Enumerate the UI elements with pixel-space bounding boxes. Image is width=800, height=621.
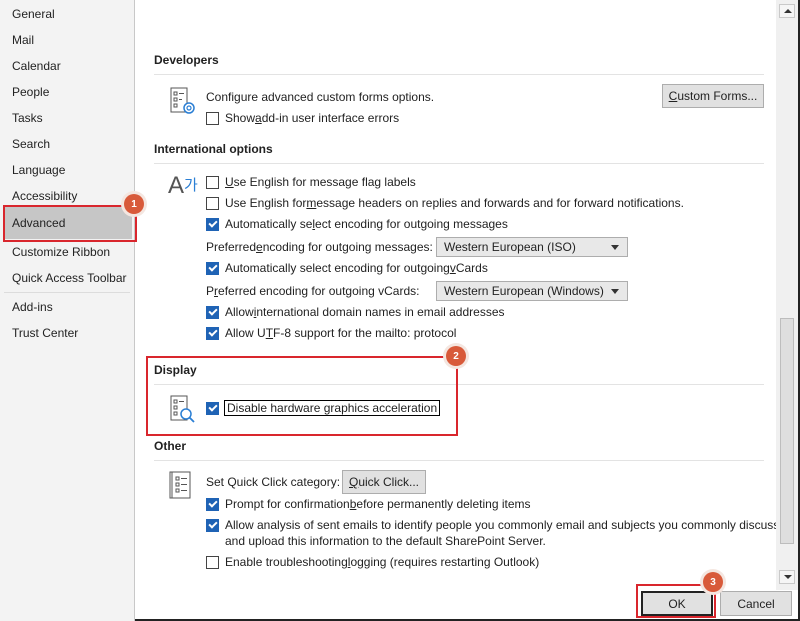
cancel-button[interactable]: Cancel xyxy=(720,591,792,616)
auto-encoding-messages-option[interactable]: Automatically se l ect encoding for outgoi… xyxy=(206,215,508,233)
auto-encoding-messages-checkbox[interactable] xyxy=(206,217,219,231)
sidebar-item-people[interactable]: People xyxy=(4,81,132,103)
forms-gear-icon xyxy=(170,87,195,114)
outlook-options-dialog: General Mail Calendar People Tasks Searc… xyxy=(0,0,800,621)
sidebar-item-advanced[interactable]: Advanced xyxy=(4,207,132,239)
allow-idn-checkbox[interactable] xyxy=(206,305,219,319)
english-flag-labels-option[interactable]: Use English for message flag labels xyxy=(206,173,416,191)
arrow-up-icon xyxy=(784,9,792,13)
sidebar-item-search[interactable]: Search xyxy=(4,133,132,155)
sidebar-item-general[interactable]: General xyxy=(4,3,132,25)
scroll-up-button[interactable] xyxy=(779,4,795,18)
options-sidebar: General Mail Calendar People Tasks Searc… xyxy=(0,0,135,621)
disable-hw-accel-checkbox[interactable] xyxy=(206,401,219,415)
scrollbar-thumb[interactable] xyxy=(780,318,794,544)
sidebar-item-trust-center[interactable]: Trust Center xyxy=(4,322,132,344)
international-section-title: International options xyxy=(154,142,273,156)
sidebar-item-tasks[interactable]: Tasks xyxy=(4,107,132,129)
developers-section-title: Developers xyxy=(154,53,219,67)
allow-utf8-mailto-checkbox[interactable] xyxy=(206,326,219,340)
sidebar-divider xyxy=(4,292,130,293)
other-section-title: Other xyxy=(154,439,187,453)
dialog-footer: OK Cancel xyxy=(136,590,798,619)
sidebar-item-mail[interactable]: Mail xyxy=(4,29,132,51)
quick-click-label: Set Quick Click category: xyxy=(206,475,341,489)
preferred-encoding-messages-label: Preferred e ncoding for outgoing messages… xyxy=(206,240,433,254)
show-addin-errors-checkbox[interactable] xyxy=(206,111,219,125)
english-message-headers-option[interactable]: Use English for m essage headers on repli… xyxy=(206,194,684,212)
chevron-down-icon xyxy=(611,245,619,250)
troubleshoot-logging-checkbox[interactable] xyxy=(206,555,219,569)
allow-analysis-checkbox[interactable] xyxy=(206,518,219,532)
troubleshoot-logging-option[interactable]: Enable troubleshooting l ogging (requires… xyxy=(206,553,539,571)
sidebar-item-language[interactable]: Language xyxy=(4,159,132,181)
vertical-scrollbar[interactable] xyxy=(776,0,798,590)
allow-idn-option[interactable]: Allow i nternational domain names in emai… xyxy=(206,303,505,321)
show-addin-errors-option[interactable]: Show a dd-in user interface errors xyxy=(206,109,399,127)
allow-utf8-mailto-option[interactable]: Allow U T F-8 support for the mailto: prot… xyxy=(206,324,456,342)
section-divider xyxy=(154,163,764,164)
quick-click-button[interactable]: Quick Click... xyxy=(342,470,426,494)
section-divider xyxy=(154,460,764,461)
step3-badge: 3 xyxy=(703,572,723,592)
prompt-delete-checkbox[interactable] xyxy=(206,497,219,511)
preferred-encoding-vcards-dropdown[interactable]: Western European (Windows) xyxy=(436,281,628,301)
language-icon: A가 xyxy=(168,172,198,199)
auto-encoding-vcards-option[interactable]: Automatically select encoding for outgoi… xyxy=(206,259,488,277)
sidebar-item-accessibility[interactable]: Accessibility xyxy=(4,185,132,207)
display-section-title: Display xyxy=(154,363,197,377)
custom-forms-description: Configure advanced custom forms options. xyxy=(206,90,435,104)
arrow-down-icon xyxy=(784,575,792,579)
list-icon xyxy=(169,471,191,499)
preferred-encoding-vcards-label: Pr eferred encoding for outgoing vCards: xyxy=(206,284,420,298)
step1-badge: 1 xyxy=(124,194,144,214)
sidebar-item-add-ins[interactable]: Add-ins xyxy=(4,296,132,318)
allow-analysis-option-line2: and upload this information to the defau… xyxy=(225,534,546,548)
chevron-down-icon xyxy=(611,289,619,294)
advanced-options-panel: Developers Configure advanced custom for… xyxy=(136,0,776,590)
display-search-icon xyxy=(170,395,195,423)
preferred-encoding-messages-dropdown[interactable]: Western European (ISO) xyxy=(436,237,628,257)
english-message-headers-checkbox[interactable] xyxy=(206,196,219,210)
disable-hw-accel-label: Disable hardware graphics acceleration xyxy=(223,400,441,416)
step2-badge: 2 xyxy=(446,346,466,366)
prompt-delete-option[interactable]: Prompt for confirmation b efore permanent… xyxy=(206,495,531,513)
section-divider xyxy=(154,74,764,75)
auto-encoding-vcards-checkbox[interactable] xyxy=(206,261,219,275)
english-flag-labels-checkbox[interactable] xyxy=(206,175,219,189)
custom-forms-button[interactable]: Custom Forms... xyxy=(662,84,764,108)
section-divider xyxy=(154,384,764,385)
sidebar-item-calendar[interactable]: Calendar xyxy=(4,55,132,77)
disable-hw-accel-option[interactable]: Disable hardware graphics acceleration xyxy=(206,399,441,417)
scroll-down-button[interactable] xyxy=(779,570,795,584)
sidebar-item-customize-ribbon[interactable]: Customize Ribbon xyxy=(4,241,132,263)
ok-button[interactable]: OK xyxy=(641,591,713,616)
sidebar-item-quick-access-toolbar[interactable]: Quick Access Toolbar xyxy=(4,267,132,289)
